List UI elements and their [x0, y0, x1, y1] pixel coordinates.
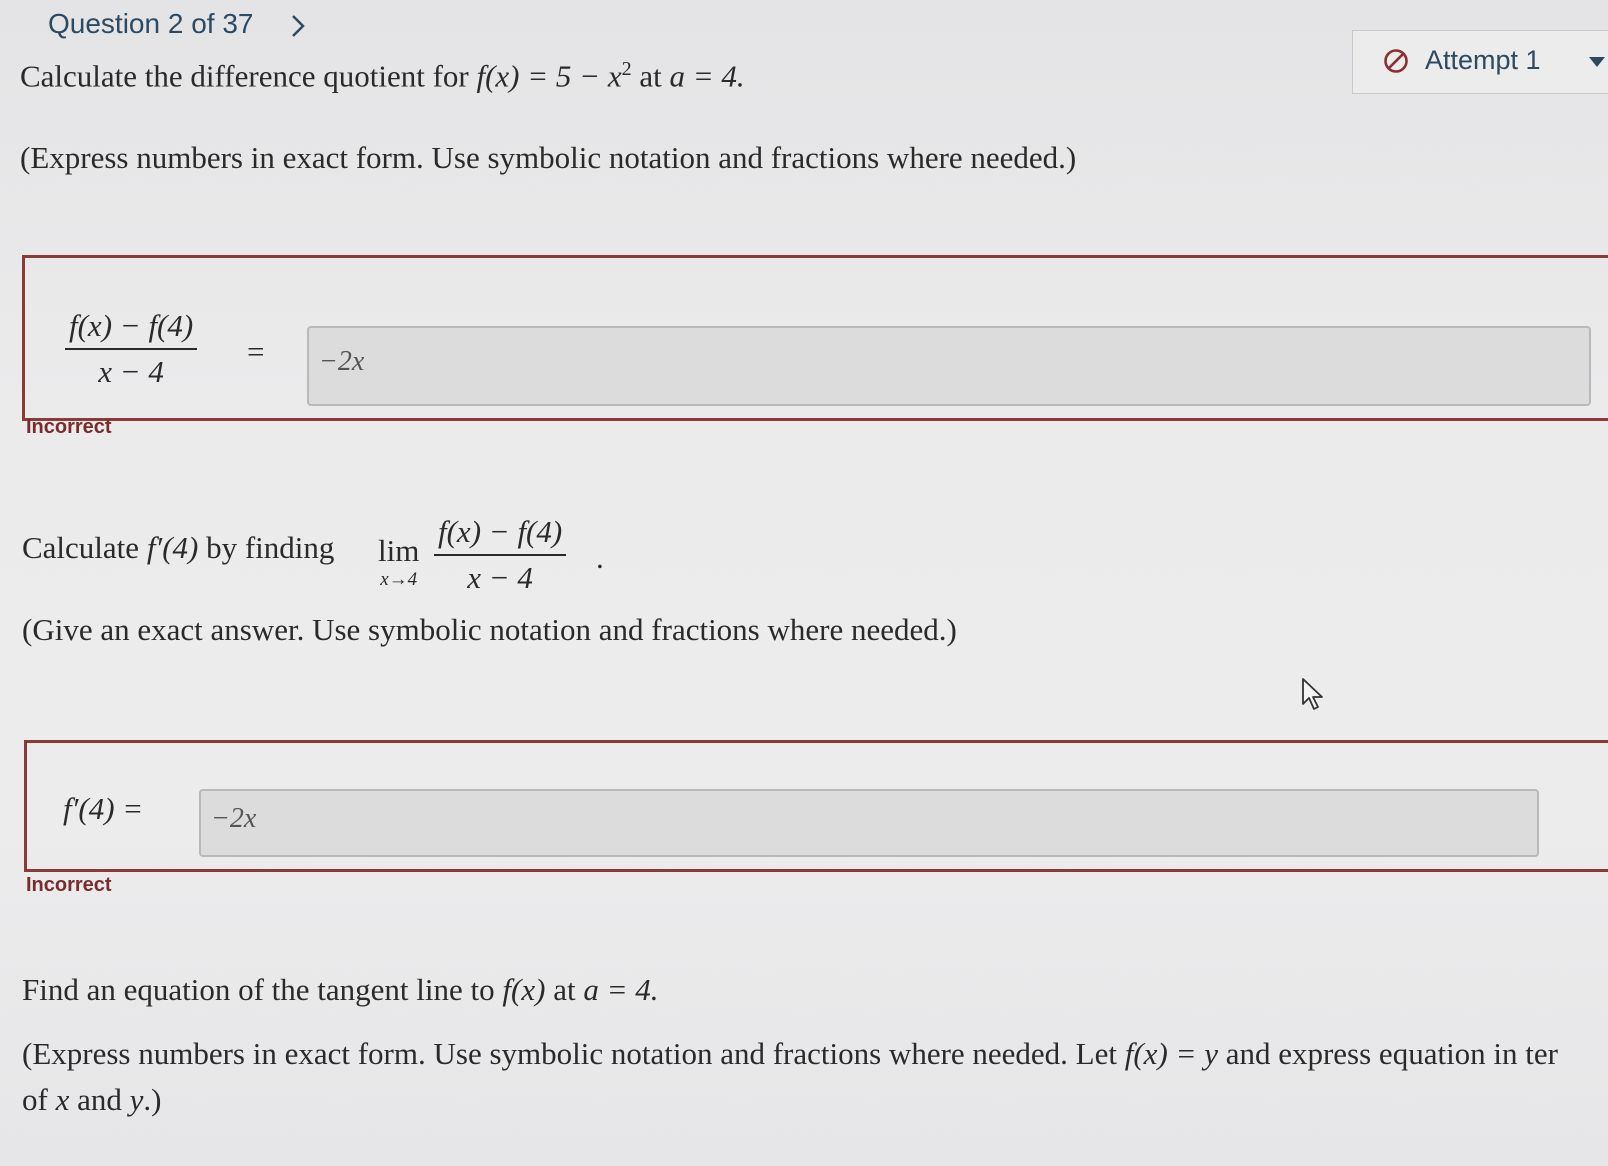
q3-instr-eq: f(x) = y [1124, 1036, 1218, 1071]
q2-denominator: x − 4 [467, 560, 533, 595]
q2-answer-box: f′(4) = −2x [24, 740, 1608, 872]
question-counter[interactable]: Question 2 of 37 [48, 8, 253, 40]
q1-function: f(x) = 5 − x [476, 58, 622, 94]
q1-equals: = [247, 334, 265, 369]
q3-prompt: Find an equation of the tangent line to … [22, 972, 658, 1008]
mouse-pointer-icon [1302, 678, 1323, 710]
q1-instruction: (Express numbers in exact form. Use symb… [20, 140, 1077, 175]
q3-instr-close: .) [143, 1082, 162, 1117]
q3-instr-x: x [55, 1082, 70, 1117]
q1-answer-value: −2x [319, 346, 365, 377]
q2-lim-word: lim [378, 533, 420, 568]
q2-answer-value: −2x [211, 803, 257, 834]
q2-prompt: Calculate f′(4) by finding [22, 530, 334, 566]
chevron-right-icon[interactable] [284, 12, 312, 40]
attempt-label: Attempt 1 [1425, 45, 1541, 75]
attempt-dropdown[interactable]: Attempt 1 [1352, 30, 1608, 94]
q2-prompt-text: Calculate [22, 530, 140, 565]
q2-derivative: f′(4) [146, 530, 199, 565]
q2-fraction: f(x) − f(4) x − 4 [434, 514, 567, 596]
q1-feedback: Incorrect [26, 416, 112, 438]
q3-instr-and: and [77, 1082, 122, 1117]
q1-at: at [639, 58, 662, 94]
q3-instr-y: y [129, 1082, 144, 1117]
q3-instruction-line1: (Express numbers in exact form. Use symb… [22, 1036, 1558, 1072]
q1-prompt: Calculate the difference quotient for f(… [20, 58, 745, 94]
q1-answer-box: f(x) − f(4) x − 4 = −2x [22, 255, 1608, 421]
q3-at: at [553, 972, 576, 1007]
q2-lim-sub: x→4 [380, 569, 418, 590]
q3-instruction-line2: of x and y.) [22, 1082, 161, 1118]
q2-period: . [596, 540, 604, 575]
q2-limit: lim x→4 [378, 533, 419, 591]
q2-numerator: f(x) − f(4) [438, 514, 563, 549]
q3-function: f(x) [502, 972, 546, 1007]
q2-feedback: Incorrect [26, 874, 112, 896]
caret-down-icon[interactable] [1589, 57, 1605, 67]
q2-answer-input[interactable]: −2x [199, 789, 1539, 857]
q3-prompt-text: Find an equation of the tangent line to [22, 972, 495, 1007]
q3-instr-b: and express equation in ter [1225, 1036, 1558, 1071]
q1-denominator: x − 4 [98, 354, 164, 389]
q1-answer-input[interactable]: −2x [307, 326, 1591, 406]
q1-numerator: f(x) − f(4) [69, 308, 194, 343]
q3-instr-of: of [22, 1082, 48, 1117]
q3-instr-a: (Express numbers in exact form. Use symb… [22, 1036, 1117, 1071]
prohibited-icon [1384, 49, 1408, 73]
q3-point: a = 4. [583, 972, 659, 1007]
q1-exponent: 2 [621, 58, 632, 80]
q2-instruction: (Give an exact answer. Use symbolic nota… [22, 612, 957, 647]
q1-prompt-text: Calculate the difference quotient for [20, 58, 469, 94]
q2-lhs: f′(4) = [63, 791, 144, 826]
q1-fraction: f(x) − f(4) x − 4 [65, 308, 198, 390]
q1-point: a = 4. [669, 58, 745, 94]
q2-by-finding: by finding [206, 530, 335, 565]
